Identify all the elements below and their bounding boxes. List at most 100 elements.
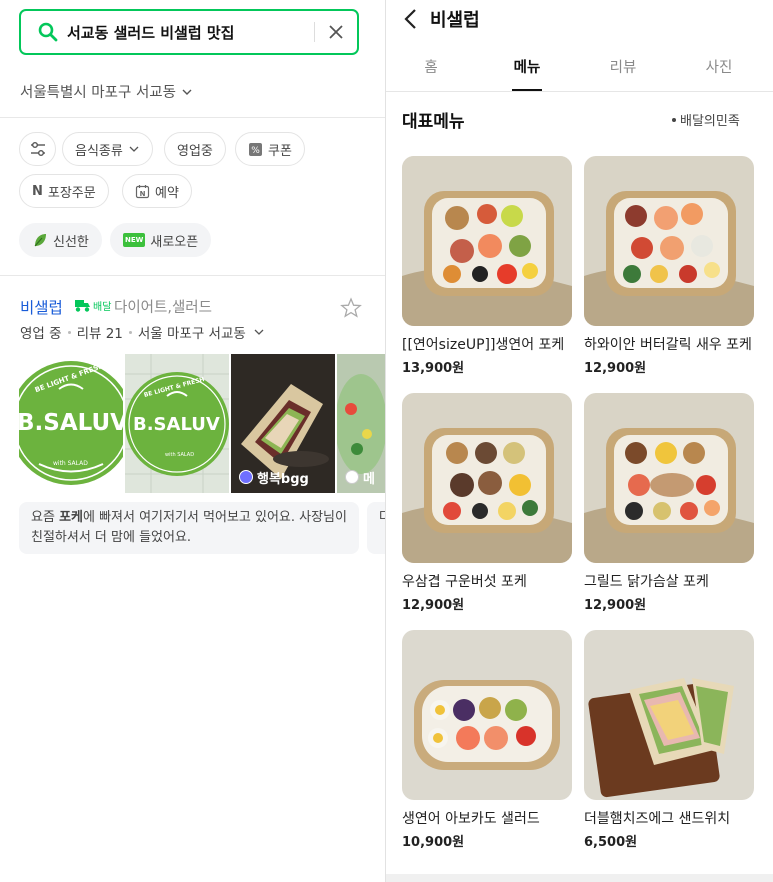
logo-subline: with SALAD — [53, 460, 88, 467]
new-badge-icon: NEW — [123, 233, 146, 247]
detail-title: 비샐럽 — [430, 10, 480, 31]
menu-photo — [402, 393, 572, 563]
place-photo-storefront[interactable]: BE LIGHT & FRESH B.SALUV with SALAD — [125, 354, 229, 493]
panel-bottom-strip — [386, 874, 773, 882]
filter-food-type[interactable]: 음식종류 — [62, 132, 153, 166]
filter-reservation[interactable]: N 예약 — [122, 174, 192, 208]
clear-search-button[interactable] — [315, 11, 357, 53]
menu-name: 생연어 아보카도 샐러드 — [402, 811, 540, 827]
filter-label: 음식종류 — [75, 143, 123, 159]
search-results-panel: 서교동 샐러드 비샐럽 맛집 서울특별시 마포구 서교동 음식종류 영업중 % … — [0, 0, 385, 882]
logo-wordmark: B.SALUV — [133, 414, 220, 435]
tab-reviews[interactable]: 리뷰 — [578, 40, 668, 92]
place-photo-sandwich[interactable]: 행복bgg — [231, 354, 335, 493]
filter-coupon[interactable]: % 쿠폰 — [235, 132, 305, 166]
menu-name: 그릴드 닭가슴살 포케 — [584, 574, 709, 590]
review-snippet[interactable]: 요즘 포케에 빠져서 여기저기서 먹어보고 있어요. 사장님이 친절하셔서 더 … — [19, 502, 359, 554]
filter-open-now[interactable]: 영업중 — [164, 132, 226, 166]
chevron-down-icon — [254, 329, 264, 335]
separator-dot — [128, 330, 132, 334]
calendar-icon: N — [135, 184, 150, 198]
search-input[interactable]: 서교동 샐러드 비샐럽 맛집 — [67, 22, 314, 43]
review-text-before: 요즘 — [31, 510, 60, 525]
menu-photo — [402, 630, 572, 800]
divider — [0, 117, 385, 118]
place-photo-salad[interactable]: 메 — [337, 354, 385, 493]
menu-item[interactable]: 더블햄치즈에그 샌드위치 6,500원 — [584, 630, 754, 850]
filter-label: 쿠폰 — [268, 143, 292, 159]
menu-photo — [584, 393, 754, 563]
active-tab-indicator — [512, 89, 542, 91]
detail-header: 비샐럽 — [386, 0, 773, 40]
menu-item[interactable]: 하와이안 버터갈릭 새우 포케 12,900원 — [584, 156, 754, 376]
place-address[interactable]: 서울 마포구 서교동 — [138, 322, 246, 342]
filter-new-open[interactable]: NEW 새로오픈 — [110, 223, 212, 257]
save-star-button[interactable] — [340, 297, 362, 319]
naver-n-icon: N — [32, 183, 43, 199]
place-status: 영업 중 — [20, 326, 62, 342]
menu-item[interactable]: 그릴드 닭가슴살 포케 12,900원 — [584, 393, 754, 613]
filter-label: 새로오픈 — [150, 234, 199, 250]
filter-fresh[interactable]: 신선한 — [19, 223, 102, 257]
delivery-source-text: 배달의민족 — [680, 114, 740, 129]
review-snippet[interactable]: 다 — [367, 502, 385, 554]
menu-name: 하와이안 버터갈릭 새우 포케 — [584, 337, 752, 353]
location-label: 서울특별시 마포구 서교동 — [20, 85, 176, 101]
review-highlight: 포케 — [59, 510, 83, 525]
photo-username: 메 — [363, 472, 375, 487]
tab-photos[interactable]: 사진 — [674, 40, 764, 92]
detail-tabs: 홈 메뉴 리뷰 사진 — [386, 40, 773, 92]
user-avatar — [239, 470, 253, 484]
sliders-icon — [30, 142, 45, 156]
delivery-badge-label: 배달 — [93, 302, 112, 313]
filter-label: 예약 — [155, 185, 179, 201]
tab-home[interactable]: 홈 — [386, 40, 476, 92]
filter-label: 영업중 — [177, 143, 213, 159]
chevron-down-icon — [182, 89, 192, 95]
menu-price: 13,900원 — [402, 361, 465, 376]
back-button[interactable] — [398, 6, 424, 32]
delivery-scooter-icon — [75, 300, 90, 312]
svg-text:N: N — [140, 190, 146, 198]
place-photo-logo[interactable]: BE LIGHT & FRESH B.SALUV with SALAD — [19, 354, 123, 493]
user-avatar — [345, 470, 359, 484]
close-icon — [329, 25, 343, 39]
filter-label: 신선한 — [53, 234, 89, 250]
menu-name: 우삼겹 구운버섯 포케 — [402, 574, 527, 590]
menu-item[interactable]: 우삼겹 구운버섯 포케 12,900원 — [402, 393, 572, 613]
menu-name: 더블햄치즈에그 샌드위치 — [584, 811, 731, 827]
divider — [0, 275, 385, 276]
menu-item[interactable]: [[연어sizeUP]]생연어 포케 13,900원 — [402, 156, 572, 376]
filter-settings-button[interactable] — [19, 132, 56, 166]
place-category: 다이어트,샐러드 — [114, 300, 212, 316]
delivery-source-label: 배달의민족 — [672, 110, 740, 129]
menu-price: 10,900원 — [402, 835, 465, 850]
menu-photo — [584, 156, 754, 326]
filter-takeout[interactable]: N 포장주문 — [19, 174, 109, 208]
chevron-down-icon — [129, 146, 139, 152]
place-meta: 영업 중 리뷰 21 서울 마포구 서교동 — [20, 322, 266, 342]
bullet-icon — [672, 117, 676, 122]
menu-item[interactable]: 생연어 아보카도 샐러드 10,900원 — [402, 630, 572, 850]
separator-dot — [67, 330, 71, 334]
menu-price: 12,900원 — [584, 598, 647, 613]
place-review-count[interactable]: 리뷰 21 — [77, 322, 123, 342]
leaf-icon — [34, 234, 46, 247]
menu-photo — [402, 156, 572, 326]
menu-price: 12,900원 — [584, 361, 647, 376]
tab-menu[interactable]: 메뉴 — [482, 40, 572, 92]
place-name-link[interactable]: 비샐럽 — [20, 296, 63, 318]
chevron-left-icon — [404, 9, 416, 29]
star-icon — [340, 297, 362, 318]
place-detail-panel: 비샐럽 홈 메뉴 리뷰 사진 대표메뉴 배달의민족 [[연어sizeUP]]생연… — [385, 0, 773, 882]
photo-username: 행복bgg — [257, 472, 309, 487]
menu-price: 12,900원 — [402, 598, 465, 613]
menu-photo — [584, 630, 754, 800]
menu-price: 6,500원 — [584, 835, 638, 850]
search-box[interactable]: 서교동 샐러드 비샐럽 맛집 — [19, 9, 359, 55]
menu-name: [[연어sizeUP]]생연어 포케 — [402, 337, 565, 353]
svg-text:%: % — [251, 146, 260, 156]
coupon-icon: % — [249, 142, 262, 156]
location-selector[interactable]: 서울특별시 마포구 서교동 — [20, 81, 194, 102]
delivery-badge: 배달 — [74, 298, 111, 313]
